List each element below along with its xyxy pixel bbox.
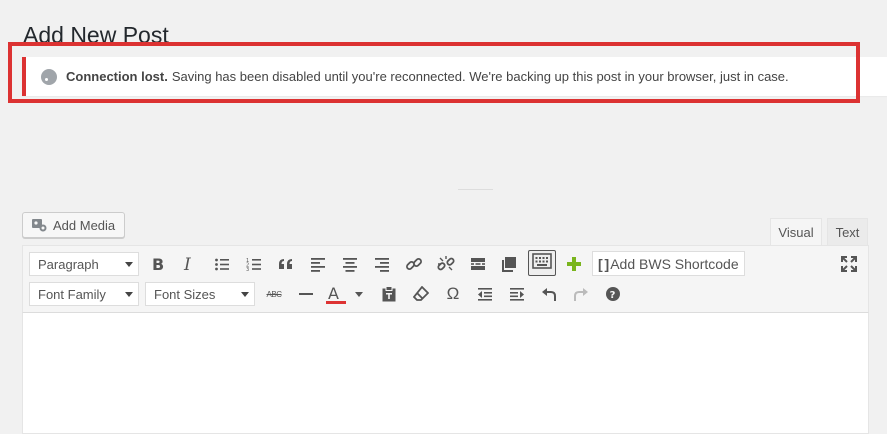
- bold-icon[interactable]: B: [147, 253, 169, 275]
- chevron-down-icon: [125, 292, 133, 297]
- font-family-value: Font Family: [38, 286, 106, 302]
- svg-text:?: ?: [610, 290, 616, 301]
- svg-text:3: 3: [246, 267, 249, 272]
- media-icon: [31, 217, 47, 233]
- tab-visual[interactable]: Visual: [770, 218, 822, 246]
- text-color-dropdown[interactable]: [350, 283, 368, 305]
- red-highlight-frame: [8, 42, 860, 103]
- strikethrough-icon[interactable]: ABC: [263, 283, 285, 305]
- align-left-icon[interactable]: [307, 253, 329, 275]
- tab-text[interactable]: Text: [827, 218, 868, 246]
- chevron-down-icon: [125, 262, 133, 267]
- add-media-label: Add Media: [53, 217, 116, 233]
- font-sizes-value: Font Sizes: [154, 286, 216, 302]
- unlink-icon[interactable]: [435, 253, 457, 275]
- indent-icon[interactable]: [506, 283, 528, 305]
- svg-text:I: I: [183, 256, 191, 272]
- bulleted-list-icon[interactable]: [211, 253, 233, 275]
- copy-icon[interactable]: [498, 253, 520, 275]
- format-select-value: Paragraph: [38, 256, 99, 272]
- align-right-icon[interactable]: [371, 253, 393, 275]
- paste-text-icon[interactable]: [378, 283, 400, 305]
- align-center-icon[interactable]: [339, 253, 361, 275]
- outdent-icon[interactable]: [474, 283, 496, 305]
- shortcode-icon: [ ]: [598, 255, 609, 272]
- editor-content-area[interactable]: [22, 313, 869, 434]
- divider: [458, 189, 493, 190]
- keyboard-icon: [532, 252, 552, 274]
- undo-icon[interactable]: [538, 283, 560, 305]
- add-media-button[interactable]: Add Media: [22, 212, 125, 238]
- font-family-select[interactable]: Font Family: [29, 282, 139, 306]
- toolbar-toggle-button[interactable]: [528, 250, 556, 276]
- special-character-icon[interactable]: Ω: [442, 283, 464, 305]
- numbered-list-icon[interactable]: 123: [243, 253, 265, 275]
- format-select[interactable]: Paragraph: [29, 252, 139, 276]
- chevron-down-icon: [241, 292, 249, 297]
- link-icon[interactable]: [403, 253, 425, 275]
- svg-text:B: B: [152, 256, 164, 272]
- bws-shortcode-label: Add BWS Shortcode: [610, 255, 739, 272]
- fullscreen-icon[interactable]: [838, 253, 860, 275]
- read-more-icon[interactable]: [467, 253, 489, 275]
- redo-icon[interactable]: [570, 283, 592, 305]
- plus-icon[interactable]: [563, 253, 585, 275]
- horizontal-line-icon[interactable]: [295, 283, 317, 305]
- chevron-down-icon: [355, 291, 363, 297]
- add-bws-shortcode-button[interactable]: [ ] Add BWS Shortcode: [592, 251, 745, 276]
- text-color-icon[interactable]: A: [326, 283, 348, 305]
- font-sizes-select[interactable]: Font Sizes: [145, 282, 255, 306]
- clear-formatting-icon[interactable]: [410, 283, 432, 305]
- italic-icon[interactable]: I: [178, 253, 200, 275]
- help-icon[interactable]: ?: [602, 283, 624, 305]
- blockquote-icon[interactable]: [275, 253, 297, 275]
- svg-text:A: A: [328, 284, 339, 303]
